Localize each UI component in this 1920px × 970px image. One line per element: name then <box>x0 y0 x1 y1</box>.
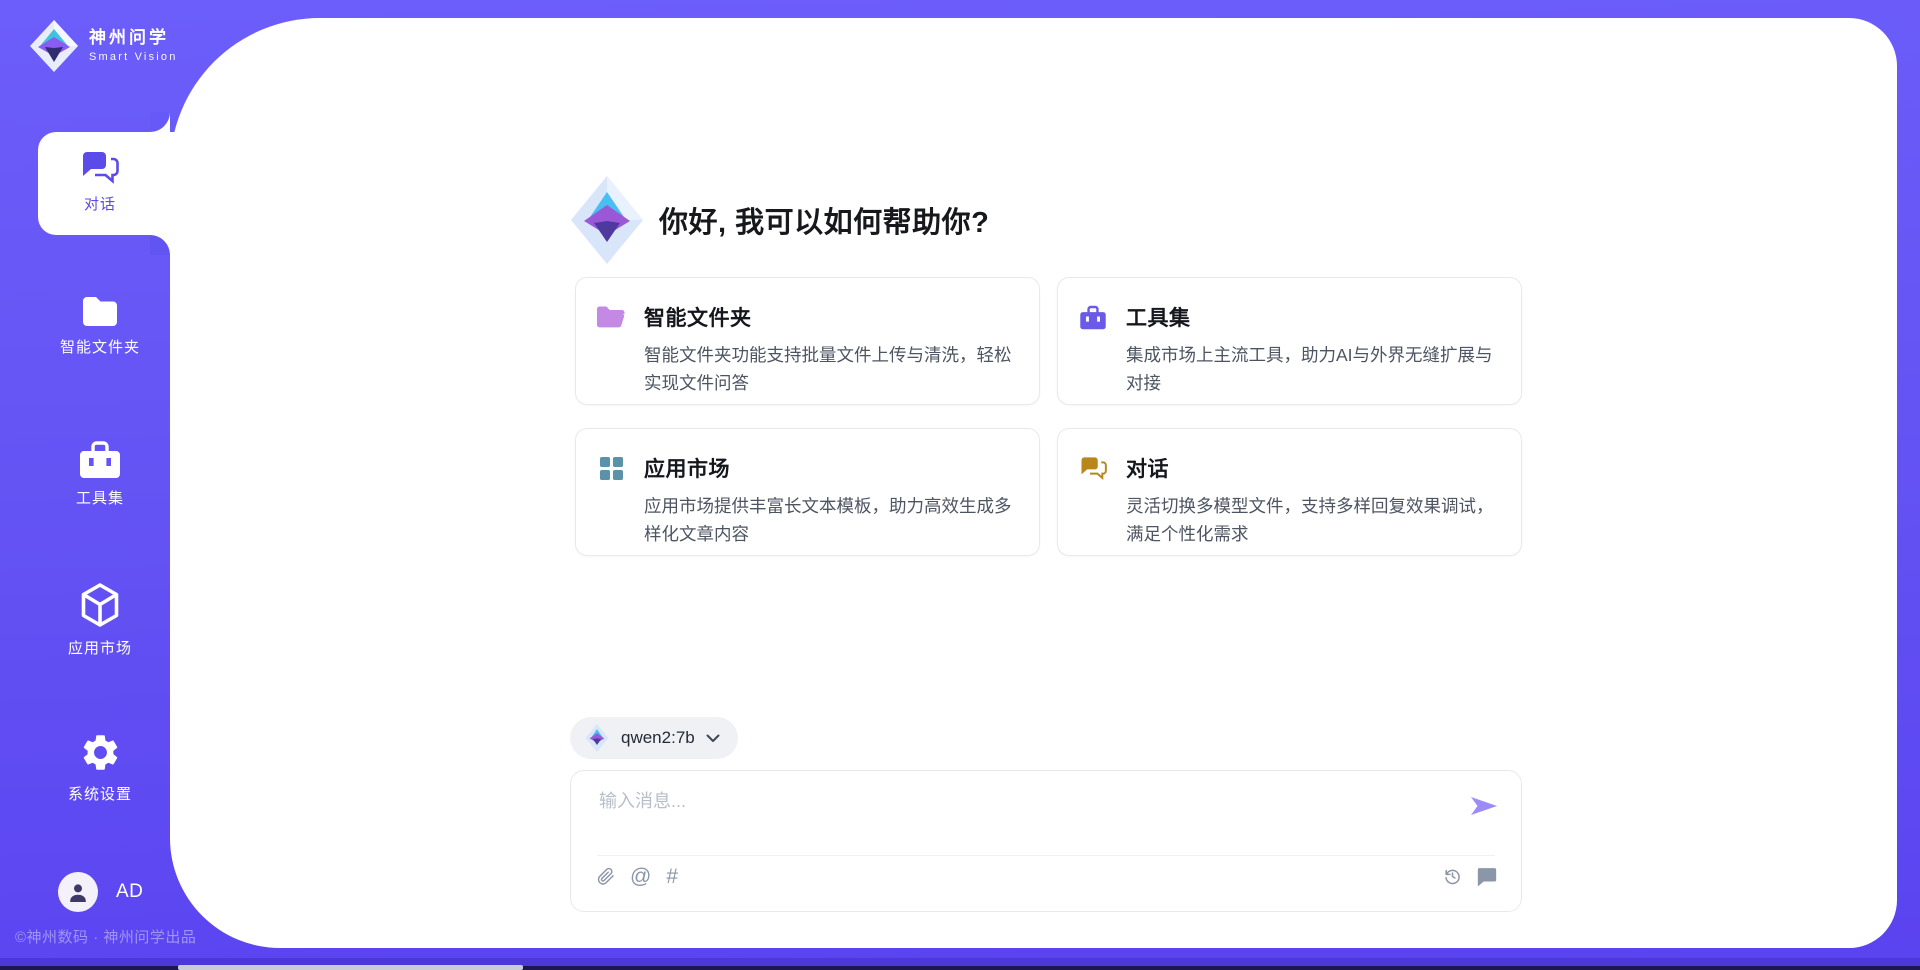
send-icon <box>1471 795 1499 817</box>
chat-bubble-icon <box>1477 867 1497 886</box>
folder-icon <box>81 296 119 327</box>
model-logo-icon <box>584 724 610 752</box>
feature-card-app-market[interactable]: 应用市场 应用市场提供丰富长文本模板，助力高效生成多样化文章内容 <box>575 428 1040 556</box>
app-title: 神州问学 <box>89 29 178 48</box>
model-selector[interactable]: qwen2:7b <box>570 717 738 759</box>
sidebar-item-settings[interactable]: 系统设置 <box>30 731 170 804</box>
copyright-text: ©神州数码 · 神州问学出品 <box>15 926 196 947</box>
sidebar-item-label: 系统设置 <box>68 783 132 804</box>
cube-icon <box>80 582 120 628</box>
sidebar-item-toolkit[interactable]: 工具集 <box>30 441 170 508</box>
message-composer: @ # <box>570 770 1522 912</box>
sidebar-item-label: 应用市场 <box>68 637 132 658</box>
folder-icon <box>596 305 626 329</box>
hashtag-button[interactable]: # <box>666 867 678 887</box>
sidebar-item-label: 对话 <box>84 193 116 214</box>
greeting-title: 你好, 我可以如何帮助你? <box>659 199 989 241</box>
chevron-down-icon <box>706 734 720 743</box>
sidebar-item-smart-folder[interactable]: 智能文件夹 <box>30 296 170 357</box>
composer-toolbar: @ # <box>597 866 1497 887</box>
paperclip-icon <box>597 866 615 887</box>
card-description: 集成市场上主流工具，助力AI与外界无缝扩展与对接 <box>1126 341 1497 397</box>
hashtag-icon: # <box>666 867 678 887</box>
card-title: 智能文件夹 <box>644 302 752 332</box>
history-button[interactable] <box>1443 867 1462 886</box>
app-logo: 神州问学 Smart Vision <box>30 20 178 72</box>
active-tab-curve-top <box>150 112 170 132</box>
user-name: AD <box>116 881 143 903</box>
app-subtitle: Smart Vision <box>89 51 178 63</box>
app-logo-icon <box>30 20 78 72</box>
model-name: qwen2:7b <box>621 728 695 748</box>
toolbox-icon <box>78 441 122 478</box>
sidebar-item-label: 智能文件夹 <box>60 336 140 357</box>
card-title: 工具集 <box>1126 302 1191 332</box>
feature-card-chat[interactable]: 对话 灵活切换多模型文件，支持多样回复效果调试，满足个性化需求 <box>1057 428 1522 556</box>
card-description: 应用市场提供丰富长文本模板，助力高效生成多样化文章内容 <box>644 492 1015 548</box>
history-icon <box>1443 867 1462 886</box>
at-icon: @ <box>630 867 651 887</box>
mention-button[interactable]: @ <box>630 867 651 887</box>
main-panel: 你好, 我可以如何帮助你? 智能文件夹 智能文件夹功能支持批量文件上传与清洗，轻… <box>170 18 1897 948</box>
card-description: 灵活切换多模型文件，支持多样回复效果调试，满足个性化需求 <box>1126 492 1497 548</box>
feature-card-smart-folder[interactable]: 智能文件夹 智能文件夹功能支持批量文件上传与清洗，轻松实现文件问答 <box>575 277 1040 405</box>
gear-icon <box>79 731 122 774</box>
feature-card-toolkit[interactable]: 工具集 集成市场上主流工具，助力AI与外界无缝扩展与对接 <box>1057 277 1522 405</box>
toolbox-icon <box>1078 305 1108 330</box>
active-tab-curve-bottom <box>150 235 170 255</box>
sidebar-item-app-market[interactable]: 应用市场 <box>30 582 170 658</box>
sidebar-item-chat[interactable]: 对话 <box>30 150 170 214</box>
feedback-button[interactable] <box>1477 867 1497 886</box>
card-title: 对话 <box>1126 453 1169 483</box>
attach-button[interactable] <box>597 866 615 887</box>
card-title: 应用市场 <box>644 453 730 483</box>
user-avatar-icon <box>58 872 98 912</box>
sidebar-item-label: 工具集 <box>76 487 124 508</box>
feature-cards: 智能文件夹 智能文件夹功能支持批量文件上传与清洗，轻松实现文件问答 工具集 集成… <box>575 277 1522 556</box>
assistant-logo-icon <box>571 176 643 264</box>
message-input[interactable] <box>599 787 1459 845</box>
user-profile[interactable]: AD <box>58 872 143 912</box>
chat-bubbles-icon <box>1078 456 1108 480</box>
scrollbar-fragment[interactable] <box>178 965 523 970</box>
card-description: 智能文件夹功能支持批量文件上传与清洗，轻松实现文件问答 <box>644 341 1015 397</box>
greeting: 你好, 我可以如何帮助你? <box>571 174 989 266</box>
chat-icon <box>81 150 119 184</box>
send-button[interactable] <box>1471 795 1499 817</box>
app-market-icon <box>596 456 626 481</box>
composer-divider <box>597 855 1495 856</box>
